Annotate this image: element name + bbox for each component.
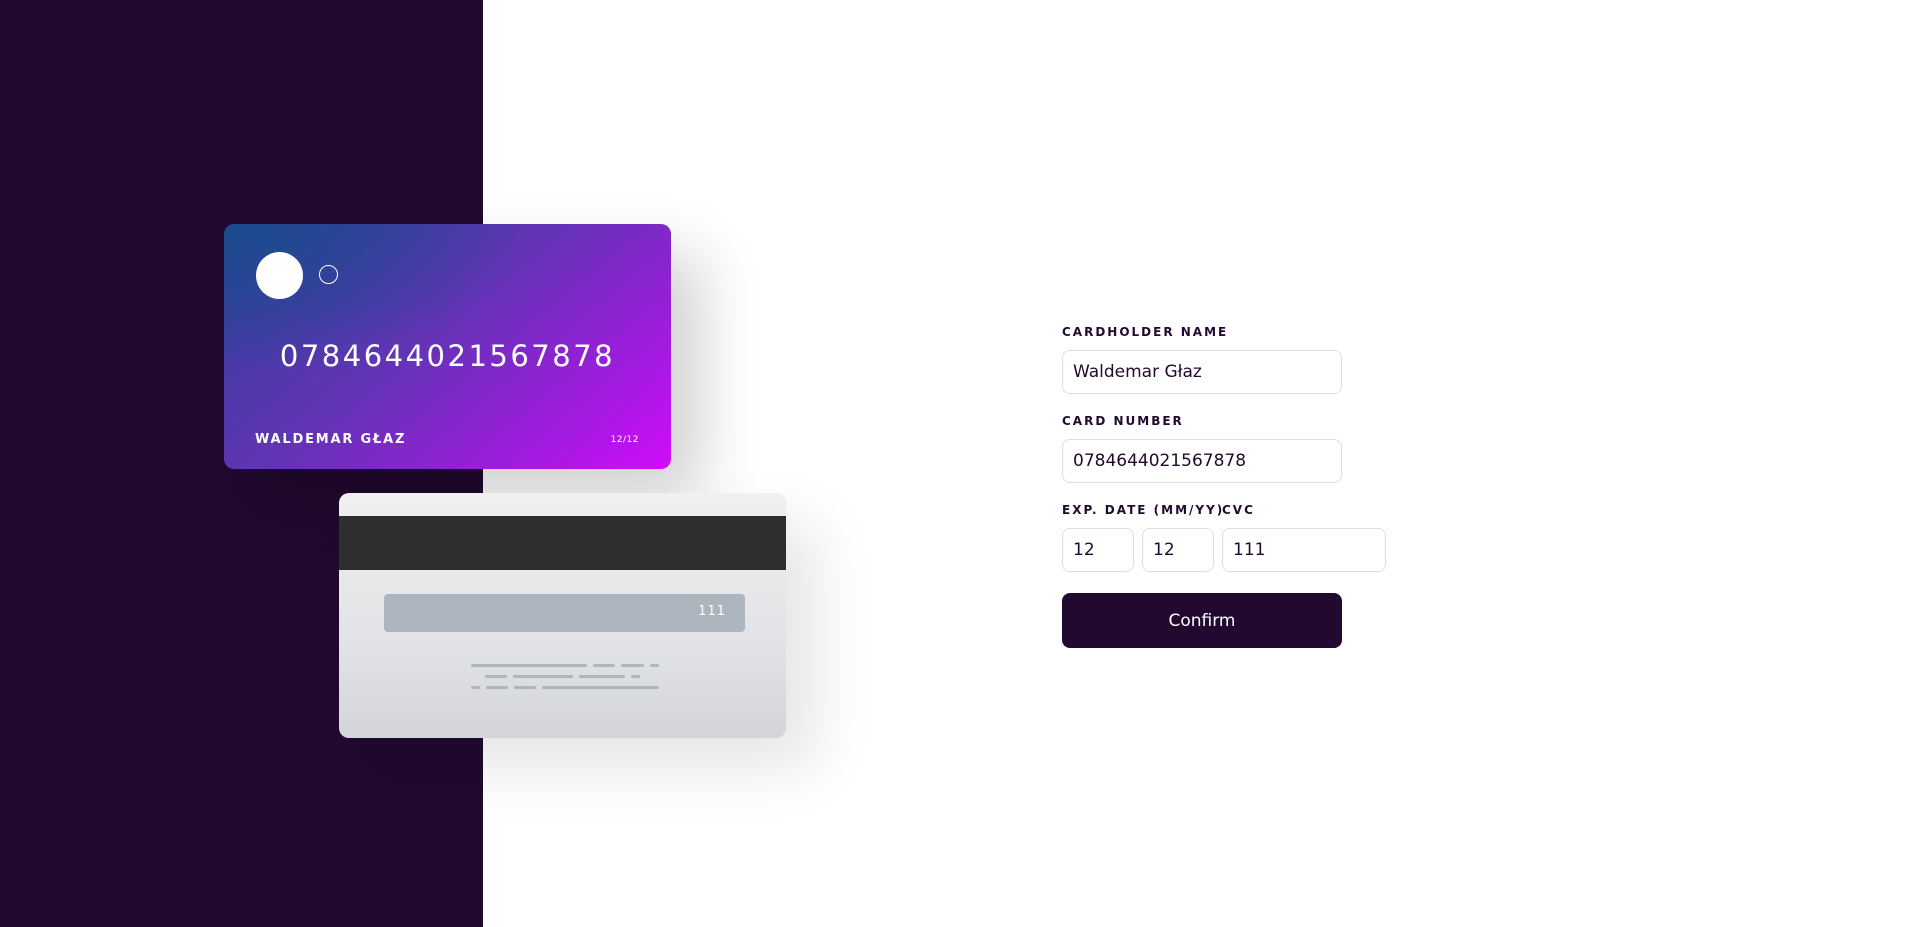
decorative-line [579,675,625,678]
decorative-line [514,686,536,689]
decorative-line [486,686,508,689]
decorative-line [485,675,507,678]
page: 0784644021567878 WALDEMAR GŁAZ 12/12 111… [0,0,1920,927]
decorative-line [471,664,587,667]
exp-year-input[interactable] [1142,528,1214,572]
decorative-line [593,664,615,667]
cvc-input[interactable] [1222,528,1386,572]
card-number-display: 0784644021567878 [279,339,616,373]
magnetic-stripe [339,516,786,570]
confirm-button[interactable]: Confirm [1062,593,1342,648]
exp-month-input[interactable] [1062,528,1134,572]
cardholder-name-display: WALDEMAR GŁAZ [255,432,407,447]
decorative-line [542,686,659,689]
card-front: 0784644021567878 WALDEMAR GŁAZ 12/12 [224,224,671,469]
cardholder-name-input[interactable] [1062,350,1342,394]
decorative-line [513,675,573,678]
card-logo-circle-small [319,265,338,284]
signature-strip: 111 [384,594,745,632]
card-number-input[interactable] [1062,439,1342,483]
decorative-line [621,664,644,667]
decorative-line [631,675,640,678]
cvc-label: CVC [1222,503,1255,517]
expiry-date-display: 12/12 [610,435,639,445]
card-back: 111 [339,493,786,738]
exp-date-label: EXP. DATE (MM/YY) [1062,503,1225,517]
card-number-label: CARD NUMBER [1062,414,1184,428]
cvc-display: 111 [698,604,726,619]
decorative-line [650,664,659,667]
decorative-line [471,686,480,689]
cardholder-name-label: CARDHOLDER NAME [1062,325,1229,339]
card-logo-circle-large [256,252,303,299]
